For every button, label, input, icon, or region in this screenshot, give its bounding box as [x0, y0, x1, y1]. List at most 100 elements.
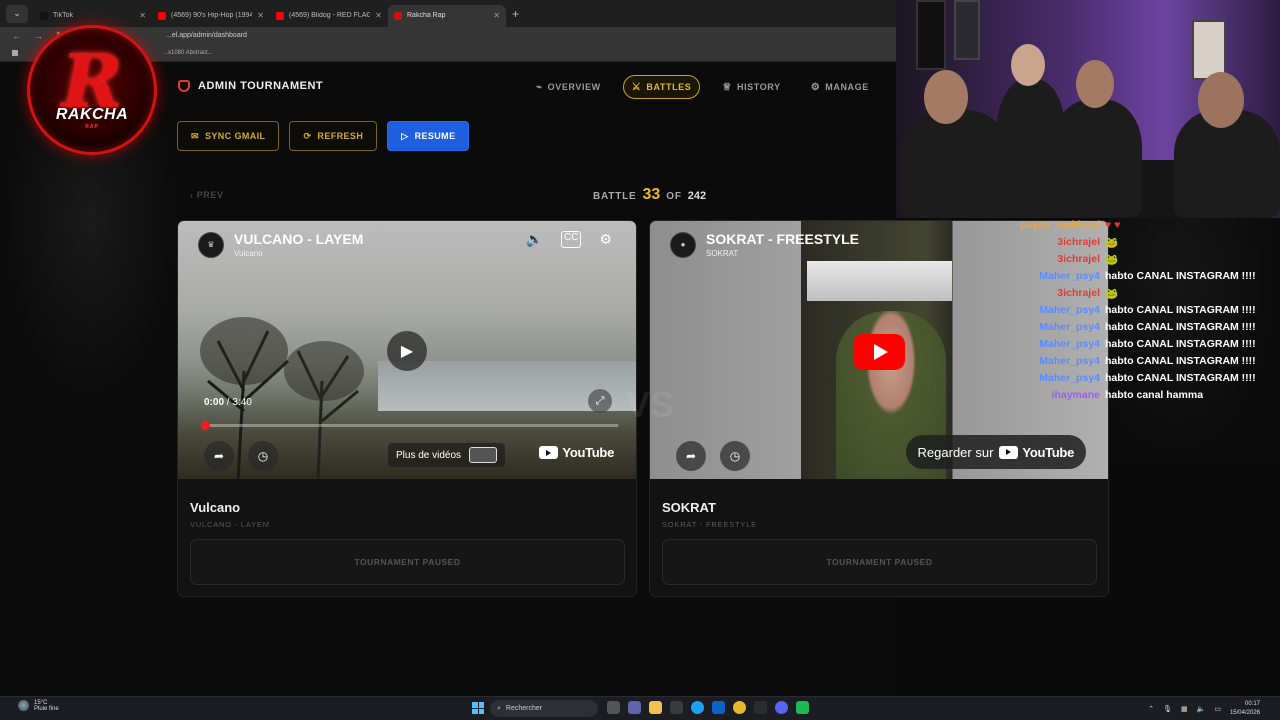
youtube-play-button[interactable] — [853, 334, 905, 370]
browser-tab[interactable]: TikTok ✕ — [34, 5, 152, 27]
apps-icon[interactable] — [12, 49, 18, 56]
video-title[interactable]: VULCANO - LAYEM — [234, 231, 363, 247]
chat-message: Maher_psy4 habto CANAL INSTAGRAM !!!! — [1039, 321, 1255, 333]
forward-icon[interactable]: → — [34, 31, 44, 41]
screen: ⌄ TikTok✕(4569) 90's Hip-Hop (1994) [Lo.… — [0, 0, 1280, 720]
weather-widget[interactable]: 15°C Pluie fine — [18, 700, 59, 712]
progress-bar[interactable] — [201, 421, 618, 430]
clock-icon[interactable]: ◷ — [248, 441, 278, 471]
tab-search-button[interactable]: ⌄ — [6, 4, 28, 23]
start-button[interactable] — [472, 702, 484, 714]
bookmark-item[interactable]: ...x1080 Abstract... — [163, 50, 213, 56]
browser-tab-bar: ⌄ TikTok✕(4569) 90's Hip-Hop (1994) [Lo.… — [0, 0, 896, 27]
progress-scrubber[interactable] — [201, 421, 210, 430]
chat-text: 🐸 — [1105, 254, 1119, 266]
captions-icon[interactable]: CC — [560, 231, 582, 248]
person-head — [1076, 60, 1114, 108]
chat-message: 3ichrajel 🐸 — [1057, 253, 1250, 266]
more-videos-button[interactable]: Plus de vidéos — [388, 443, 506, 467]
channel-avatar[interactable]: ♛ — [198, 231, 224, 258]
shield-icon — [178, 80, 190, 92]
battle-total: 242 — [687, 190, 707, 202]
back-icon[interactable]: ← — [12, 31, 22, 41]
volume-icon[interactable]: 🔊 — [526, 231, 543, 248]
video-controls: 🔊 CC ⚙ — [526, 231, 612, 248]
mail-app-icon[interactable] — [712, 701, 725, 714]
video-bottom-actions: ➦ ◷ — [676, 441, 750, 471]
taskbar-search[interactable]: ⌕ Rechercher — [490, 700, 598, 717]
pulse-icon: ⌁ — [536, 81, 543, 93]
url-field[interactable]: ...el.app/admin/dashboard — [166, 32, 247, 39]
volume-icon[interactable]: 🔈 — [1197, 705, 1206, 713]
mic-icon[interactable]: 🎙 — [1163, 705, 1172, 713]
browser-tab[interactable]: (4569) 90's Hip-Hop (1994) [Lo... ✕ — [152, 5, 270, 27]
browser-tab[interactable]: Rakcha Rap ✕ — [388, 4, 506, 27]
watch-on-label: Regarder sur — [917, 444, 994, 460]
favicon-icon — [276, 11, 284, 20]
refresh-icon: ⟳ — [303, 130, 312, 141]
system-tray: ⌃ 🎙 ▦ 🔈 ▭ 00:17 15/04/2026 — [1148, 700, 1260, 718]
battle-counter: BATTLE 33 OF 242 — [593, 186, 706, 204]
video-title[interactable]: SOKRAT - FREESTYLE — [706, 231, 859, 247]
youtube-logo: YouTube — [999, 445, 1074, 460]
chat-username: Maher_psy4 — [1039, 338, 1100, 350]
youtube-embed[interactable]: ♛ VULCANO - LAYEM Vulcano 🔊 CC ⚙ ▶ 0:00 … — [178, 221, 636, 479]
new-tab-button[interactable]: + — [512, 7, 519, 21]
chat-message: 3ichrajel 🐸 — [1057, 236, 1250, 249]
expand-icon[interactable]: ⤢ — [588, 389, 612, 413]
nav-label: MANAGE — [825, 82, 869, 92]
nav-label: HISTORY — [736, 82, 781, 92]
youtube-logo[interactable]: YouTube — [539, 445, 614, 460]
store-icon[interactable] — [670, 701, 683, 714]
chevron-up-icon[interactable]: ⌃ — [1148, 705, 1154, 713]
edge-icon[interactable] — [691, 701, 704, 714]
wall-poster — [916, 0, 946, 70]
nav-battles[interactable]: ⚔ BATTLES — [622, 75, 701, 99]
taskbar-search-label: Rechercher — [505, 705, 543, 712]
close-icon[interactable]: ✕ — [493, 11, 500, 20]
close-icon[interactable]: ✕ — [139, 11, 146, 20]
nav-manage[interactable]: ⚙ MANAGE — [803, 75, 877, 99]
clock-date: 15/04/2026 — [1229, 710, 1260, 716]
clock-icon[interactable]: ◷ — [720, 441, 750, 471]
share-icon[interactable]: ➦ — [204, 441, 234, 471]
nav-overview[interactable]: ⌁ OVERVIEW — [528, 75, 609, 99]
share-icon[interactable]: ➦ — [676, 441, 706, 471]
refresh-label: REFRESH — [317, 131, 364, 141]
sync-gmail-button[interactable]: ✉ SYNC GMAIL — [177, 121, 280, 151]
file-explorer-icon[interactable] — [649, 701, 662, 714]
chat-text: habto CANAL INSTAGRAM !!!! — [1105, 338, 1256, 350]
app-icon[interactable] — [796, 701, 809, 714]
resume-button[interactable]: ▷ RESUME — [387, 121, 470, 151]
video-channel[interactable]: SOKRAT — [706, 249, 859, 258]
video-frame — [807, 261, 952, 301]
discord-icon[interactable] — [775, 701, 788, 714]
clock[interactable]: 00:17 15/04/2026 — [1230, 700, 1260, 718]
obs-icon[interactable] — [754, 701, 767, 714]
favicon-icon — [40, 11, 48, 20]
close-icon[interactable]: ✕ — [257, 11, 264, 20]
person — [900, 110, 1010, 218]
gear-icon[interactable]: ⚙ — [599, 231, 612, 248]
chat-message: Maher_psy4 habto CANAL INSTAGRAM !!!! — [1039, 338, 1256, 350]
nav-history[interactable]: ♕ HISTORY — [714, 75, 788, 99]
video-bottom-actions: ➦ ◷ — [204, 441, 278, 471]
chrome-icon[interactable] — [733, 701, 746, 714]
chat-username: Maher_psy4 — [1039, 270, 1100, 282]
video-channel[interactable]: Vulcano — [234, 249, 363, 258]
refresh-button[interactable]: ⟳ REFRESH — [289, 121, 378, 151]
chat-username: ihaymane — [1051, 389, 1100, 401]
play-button[interactable]: ▶ — [387, 331, 427, 371]
task-view-icon[interactable] — [607, 701, 620, 714]
channel-avatar[interactable]: ● — [670, 231, 696, 258]
watch-on-youtube-button[interactable]: Regarder sur YouTube — [905, 435, 1086, 469]
chat-text: 🐸 — [1105, 288, 1119, 300]
prev-button[interactable]: ‹ PREV — [190, 190, 224, 200]
battery-icon[interactable]: ▭ — [1214, 705, 1221, 713]
swords-icon: ⚔ — [631, 81, 642, 93]
teams-icon[interactable] — [628, 701, 641, 714]
sync-gmail-label: SYNC GMAIL — [204, 131, 266, 141]
network-icon[interactable]: ▦ — [1181, 705, 1188, 713]
close-icon[interactable]: ✕ — [375, 11, 382, 20]
browser-tab[interactable]: (4569) Blidog - RED FLAG (Offi... ✕ — [270, 5, 388, 27]
